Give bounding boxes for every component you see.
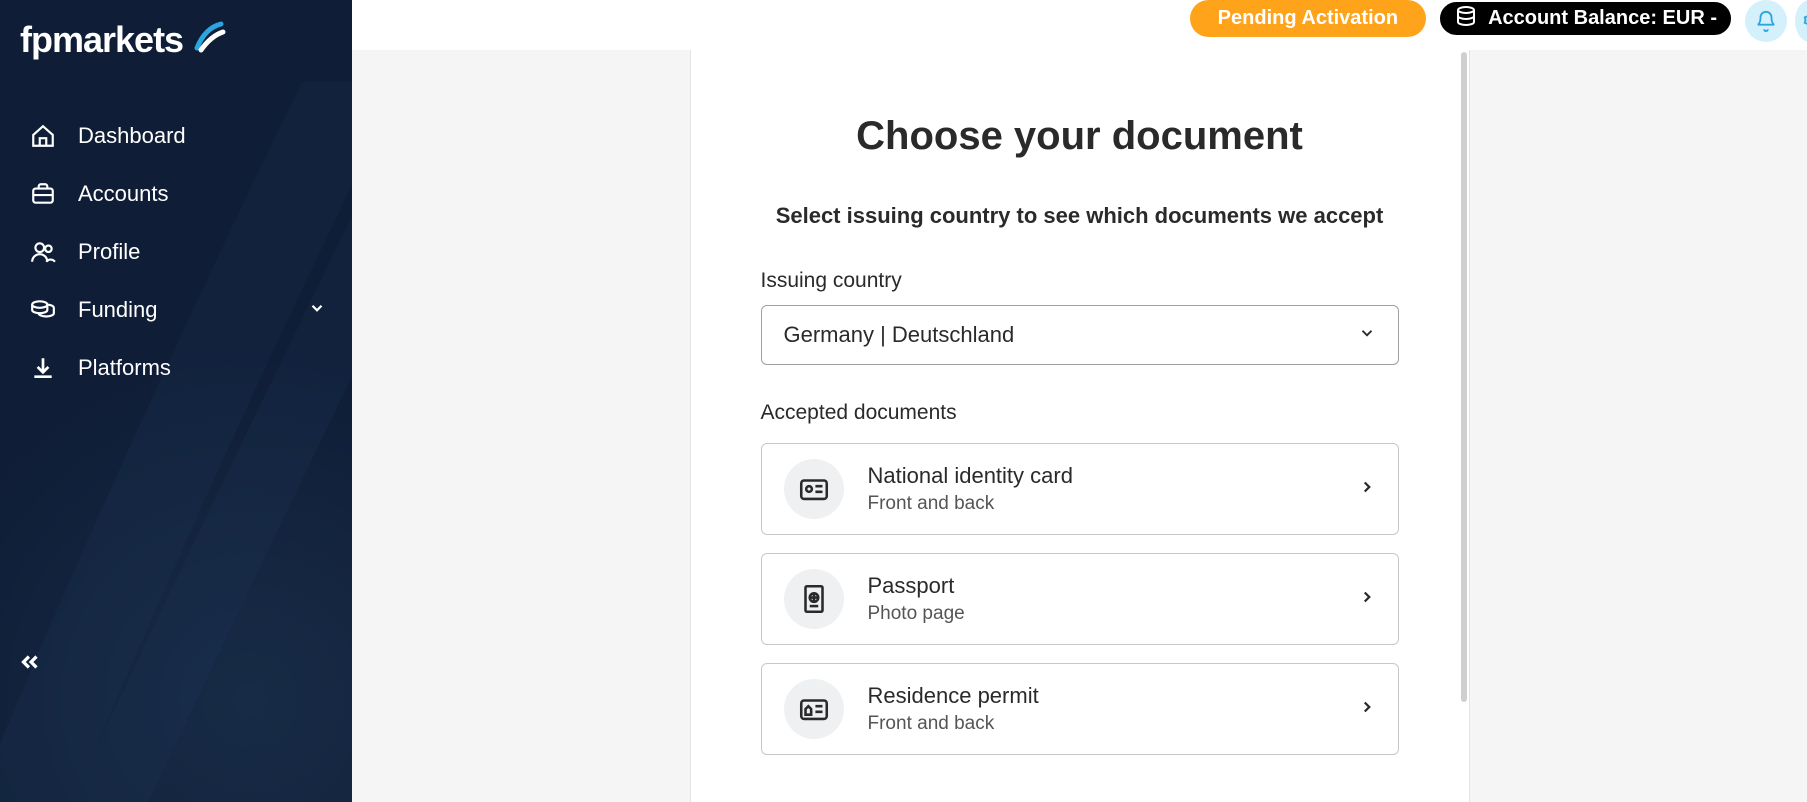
brand-swoosh-icon <box>191 18 229 61</box>
main-content: Choose your document Select issuing coun… <box>352 50 1807 802</box>
doc-sub: Front and back <box>868 713 1334 735</box>
brand-logo[interactable]: fpmarkets <box>0 0 352 79</box>
briefcase-icon <box>30 181 56 207</box>
sidebar-collapse-button[interactable] <box>10 642 50 682</box>
sidebar-item-platforms[interactable]: Platforms <box>0 339 352 397</box>
doc-text: National identity card Front and back <box>868 463 1334 515</box>
residence-icon <box>784 679 844 739</box>
chevron-right-icon <box>1358 698 1376 721</box>
sidebar-nav: Dashboard Accounts Profile <box>0 107 352 397</box>
gear-icon <box>1801 10 1807 32</box>
download-icon <box>30 355 56 381</box>
users-icon <box>30 239 56 265</box>
sidebar: fpmarkets Dashboard Accounts <box>0 0 352 802</box>
chevron-down-icon <box>308 297 326 323</box>
accepted-documents-label: Accepted documents <box>761 401 1399 425</box>
coins-icon <box>30 297 56 323</box>
notifications-button[interactable] <box>1745 0 1787 42</box>
topbar-actions <box>1745 0 1807 42</box>
doc-national-id[interactable]: National identity card Front and back <box>761 443 1399 535</box>
scrollbar[interactable] <box>1461 52 1467 702</box>
sidebar-item-funding[interactable]: Funding <box>0 281 352 339</box>
bell-icon <box>1755 10 1777 32</box>
sidebar-item-profile[interactable]: Profile <box>0 223 352 281</box>
chevrons-left-icon <box>17 649 43 675</box>
status-pill[interactable]: Pending Activation <box>1190 0 1426 37</box>
sidebar-item-label: Profile <box>78 239 140 265</box>
sidebar-item-label: Funding <box>78 297 158 323</box>
page-title: Choose your document <box>761 114 1399 159</box>
home-icon <box>30 123 56 149</box>
settings-button[interactable] <box>1795 0 1807 42</box>
doc-title: Passport <box>868 573 1334 599</box>
chevron-right-icon <box>1358 478 1376 501</box>
chevron-right-icon <box>1358 588 1376 611</box>
passport-icon <box>784 569 844 629</box>
doc-text: Residence permit Front and back <box>868 683 1334 735</box>
sidebar-item-dashboard[interactable]: Dashboard <box>0 107 352 165</box>
document-card: Choose your document Select issuing coun… <box>690 50 1470 802</box>
balance-label: Account Balance: EUR - <box>1488 7 1717 30</box>
coins-icon <box>1454 4 1478 34</box>
sidebar-item-label: Accounts <box>78 181 169 207</box>
country-label: Issuing country <box>761 269 1399 293</box>
doc-title: National identity card <box>868 463 1334 489</box>
chevron-down-icon <box>1358 322 1376 348</box>
doc-sub: Front and back <box>868 493 1334 515</box>
doc-title: Residence permit <box>868 683 1334 709</box>
topbar: Pending Activation Account Balance: EUR … <box>352 0 1807 50</box>
sidebar-item-label: Dashboard <box>78 123 186 149</box>
doc-passport[interactable]: Passport Photo page <box>761 553 1399 645</box>
id-card-icon <box>784 459 844 519</box>
balance-pill[interactable]: Account Balance: EUR - <box>1438 0 1733 37</box>
status-label: Pending Activation <box>1218 7 1398 30</box>
country-select[interactable]: Germany | Deutschland <box>761 305 1399 365</box>
sidebar-item-accounts[interactable]: Accounts <box>0 165 352 223</box>
doc-sub: Photo page <box>868 603 1334 625</box>
page-subtitle: Select issuing country to see which docu… <box>761 203 1399 229</box>
doc-residence-permit[interactable]: Residence permit Front and back <box>761 663 1399 755</box>
country-value: Germany | Deutschland <box>784 322 1015 348</box>
brand-name: fpmarkets <box>20 19 183 61</box>
sidebar-item-label: Platforms <box>78 355 171 381</box>
doc-text: Passport Photo page <box>868 573 1334 625</box>
